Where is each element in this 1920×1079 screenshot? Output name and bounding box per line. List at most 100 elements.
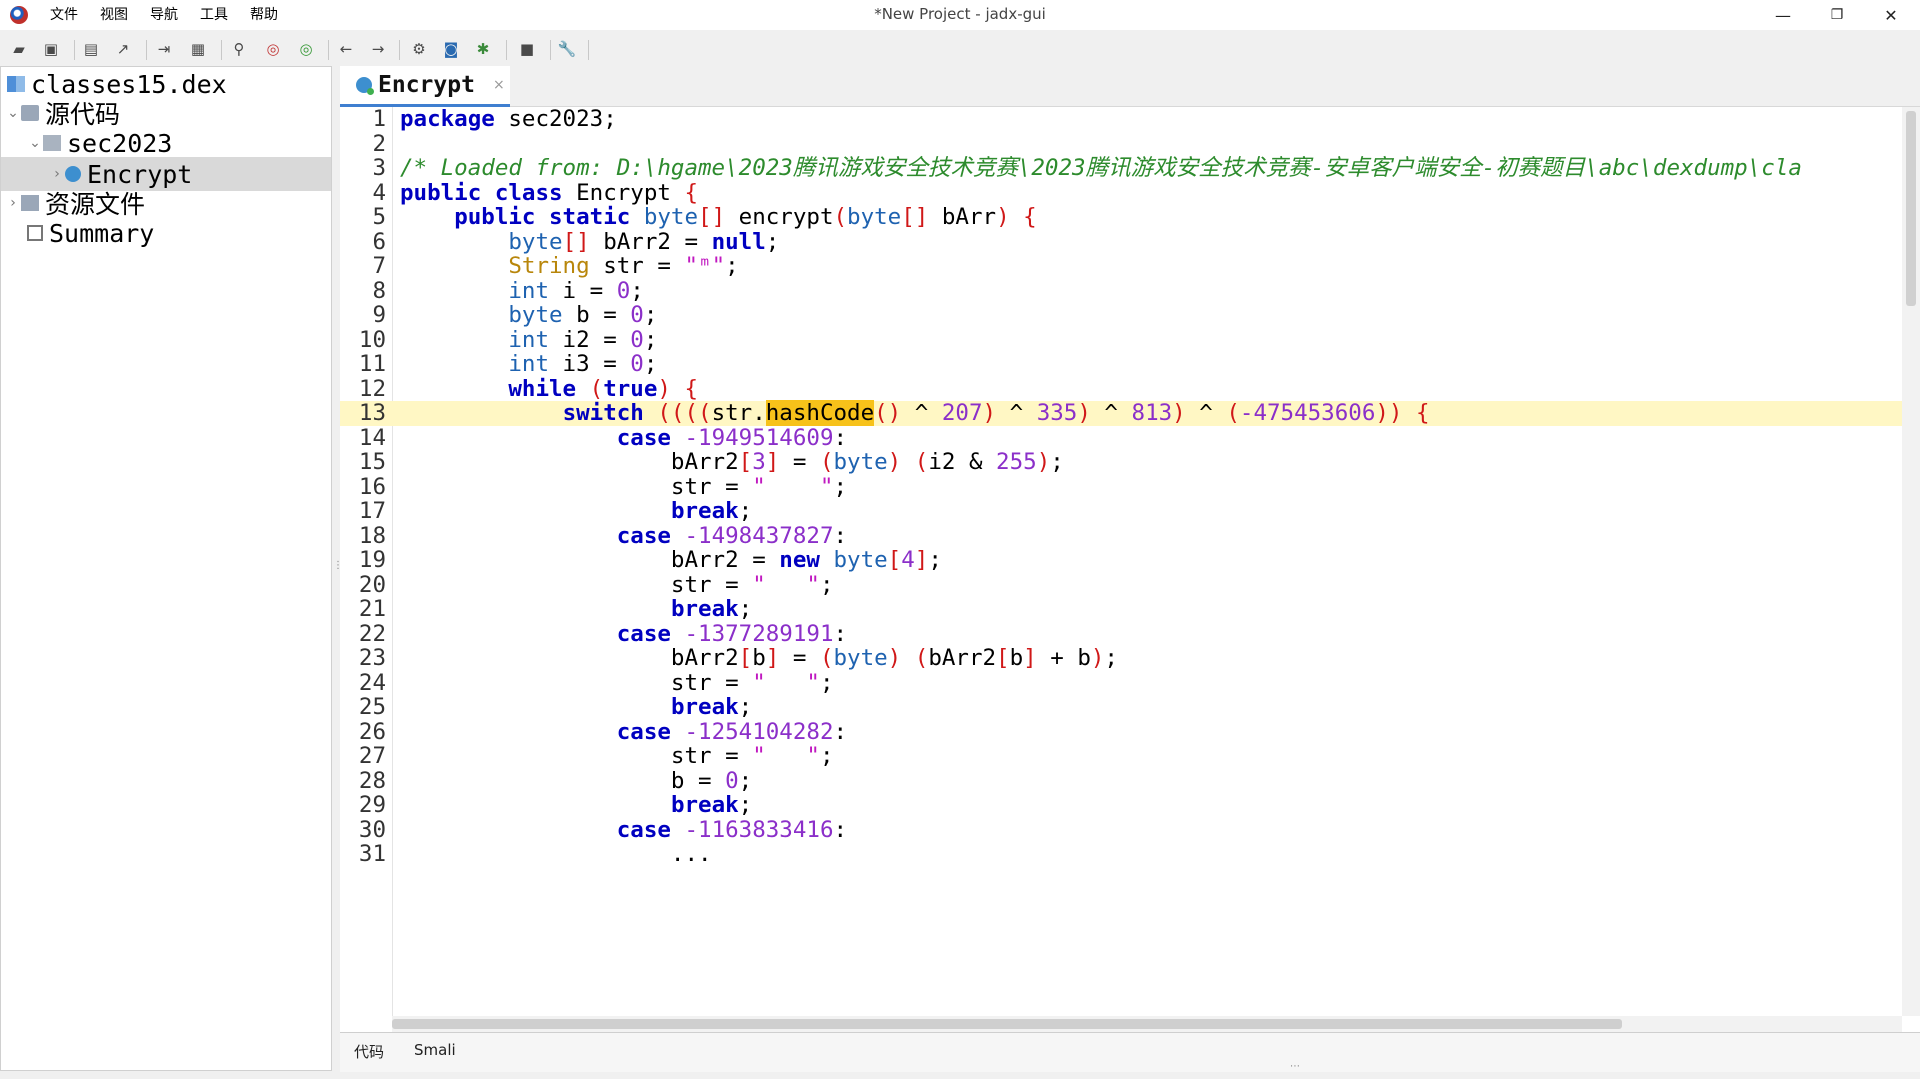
code-line[interactable]: 30 case -1163833416: [340,817,1902,843]
preferences-icon[interactable]: 🔧 [556,38,578,60]
code-text[interactable]: case -1163833416: [400,817,847,843]
code-text[interactable]: int i2 = 0; [400,327,657,353]
tree-item-source-root[interactable]: ⌄ 源代码 [1,96,331,130]
code-text[interactable]: str = " "; [400,670,834,696]
code-text[interactable]: break; [400,793,752,818]
code-line[interactable]: 4 public class Encrypt { [340,180,1902,206]
code-line[interactable]: 8 int i = 0; [340,278,1902,304]
debug-icon[interactable]: ✱ [472,38,494,60]
code-line[interactable]: 27 str = " "; [340,744,1902,769]
close-button[interactable]: ✕ [1868,0,1914,30]
code-text[interactable]: /* Loaded from: D:\hgame\2023腾讯游戏安全技术竞赛\… [400,156,1802,181]
add-files-icon[interactable]: ▣ [40,38,62,60]
code-text[interactable]: case -1254104282: [400,719,847,745]
code-text[interactable]: break; [400,695,752,720]
code-line[interactable]: 28 b = 0; [340,768,1902,794]
menu-tools[interactable]: 工具 [198,5,240,25]
code-text[interactable]: ... [400,842,712,867]
code-text[interactable]: while (true) { [400,376,698,402]
code-text[interactable]: String str = "ᵐ"; [400,254,738,279]
scroll-thumb[interactable] [1906,111,1916,306]
minimize-button[interactable]: — [1760,0,1806,30]
code-line[interactable]: 5 public static byte[] encrypt(byte[] bA… [340,205,1902,230]
scroll-thumb[interactable] [392,1019,1622,1029]
tab-smali[interactable]: Smali [414,1041,456,1059]
code-text[interactable]: str = " "; [400,572,834,598]
open-file-icon[interactable]: ▰ [8,38,30,60]
code-line[interactable]: 18 case -1498437827: [340,523,1902,549]
export-icon[interactable]: ↗ [112,38,134,60]
menu-help[interactable]: 帮助 [248,5,290,25]
code-line[interactable]: 14 case -1949514609: [340,425,1902,451]
code-line[interactable]: 2 [340,131,1902,157]
chevron-right-icon[interactable]: › [49,166,65,182]
code-line[interactable]: 31 ... [340,842,1902,867]
code-line[interactable]: 13 switch ((((str.hashCode() ^ 207) ^ 33… [340,400,1902,426]
code-line[interactable]: 20 str = " "; [340,572,1902,598]
back-icon[interactable]: ← [335,38,357,60]
code-line[interactable]: 21 break; [340,597,1902,622]
resize-grip-icon[interactable]: ⋯ [1290,1061,1300,1072]
code-line[interactable]: 15 bArr2[3] = (byte) (i2 & 255); [340,450,1902,475]
code-text[interactable]: int i = 0; [400,278,643,304]
code-text[interactable]: int i3 = 0; [400,352,657,377]
tab-encrypt[interactable]: Encrypt × [340,66,510,107]
code-text[interactable]: bArr2 = new byte[4]; [400,548,942,573]
code-line[interactable]: 10 int i2 = 0; [340,327,1902,353]
menu-navigation[interactable]: 导航 [148,5,190,25]
menu-file[interactable]: 文件 [48,5,90,25]
code-text[interactable]: case -1949514609: [400,425,847,451]
horizontal-scrollbar[interactable] [392,1016,1902,1032]
code-text[interactable]: byte[] bArr2 = null; [400,229,779,255]
code-text[interactable]: public class Encrypt { [400,180,698,206]
code-text[interactable]: case -1377289191: [400,621,847,647]
code-text[interactable]: break; [400,499,752,524]
menu-view[interactable]: 视图 [98,5,140,25]
code-line[interactable]: 17 break; [340,499,1902,524]
code-text[interactable]: switch ((((str.hashCode() ^ 207) ^ 335) … [400,400,1430,426]
code-line[interactable]: 11 int i3 = 0; [340,352,1902,377]
code-text[interactable]: package sec2023; [400,107,617,132]
save-icon[interactable]: ▤ [80,38,102,60]
code-line[interactable]: 25 break; [340,695,1902,720]
code-text[interactable]: byte b = 0; [400,303,657,328]
code-line[interactable]: 24 str = " "; [340,670,1902,696]
code-text[interactable]: public static byte[] encrypt(byte[] bArr… [400,205,1037,230]
code-line[interactable]: 23 bArr2[b] = (byte) (bArr2[b] + b); [340,646,1902,671]
code-text[interactable]: str = " "; [400,744,834,769]
tab-code[interactable]: 代码 [354,1041,384,1062]
sync-tree-icon[interactable]: ⇥ [153,38,175,60]
search-icon[interactable]: ⚲ [228,38,250,60]
chevron-down-icon[interactable]: ⌄ [5,105,21,121]
code-line[interactable]: 1 package sec2023; [340,107,1902,132]
code-line[interactable]: 9 byte b = 0; [340,303,1902,328]
vertical-scrollbar[interactable] [1902,107,1920,1016]
chevron-down-icon[interactable]: ⌄ [27,135,43,151]
code-line[interactable]: 22 case -1377289191: [340,621,1902,647]
log-icon[interactable]: ■ [516,38,538,60]
code-view[interactable]: 1 package sec2023; 2 3 /* Loaded from: D:\hg… [340,107,1902,1016]
tree-item-package[interactable]: ⌄ sec2023 [1,126,331,160]
close-tab-icon[interactable]: × [493,77,505,93]
find-class-icon[interactable]: ◎ [262,38,284,60]
chevron-right-icon[interactable]: › [5,195,21,211]
code-line[interactable]: 16 str = " "; [340,474,1902,500]
code-line[interactable]: 6 byte[] bArr2 = null; [340,229,1902,255]
code-line[interactable]: 26 case -1254104282: [340,719,1902,745]
code-line[interactable]: 12 while (true) { [340,376,1902,402]
code-text[interactable]: bArr2[b] = (byte) (bArr2[b] + b); [400,646,1118,671]
code-line[interactable]: 7 String str = "ᵐ"; [340,254,1902,279]
code-text[interactable]: break; [400,597,752,622]
maximize-button[interactable]: ❐ [1814,0,1860,30]
tree-item-resources[interactable]: › 资源文件 [1,186,331,220]
code-line[interactable]: 29 break; [340,793,1902,818]
quark-icon[interactable]: ◙ [440,38,462,60]
find-usage-icon[interactable]: ◎ [295,38,317,60]
code-line[interactable]: 3 /* Loaded from: D:\hgame\2023腾讯游戏安全技术竞赛… [340,156,1902,181]
flatten-packages-icon[interactable]: ▦ [187,38,209,60]
tree-item-summary[interactable]: Summary [1,216,331,250]
code-text[interactable]: str = " "; [400,474,847,500]
deobfuscation-icon[interactable]: ⚙ [408,38,430,60]
forward-icon[interactable]: → [367,38,389,60]
code-text[interactable]: b = 0; [400,768,752,794]
